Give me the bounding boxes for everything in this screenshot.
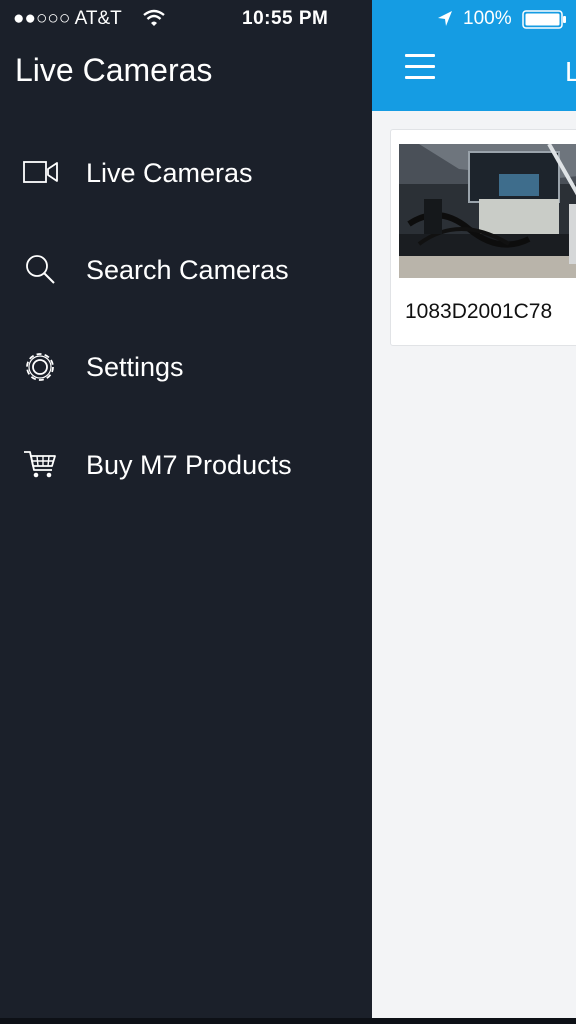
camera-id-label: 1083D2001C78	[405, 300, 553, 323]
bottom-edge	[0, 1018, 576, 1024]
shopping-cart-icon	[22, 448, 60, 480]
camera-thumbnail[interactable]	[399, 144, 576, 278]
camera-card[interactable]: 1083D2001C78	[390, 129, 576, 346]
menu-item-search-cameras[interactable]: Search Cameras	[0, 229, 372, 309]
menu-item-label: Search Cameras	[86, 255, 289, 285]
menu-item-label: Settings	[86, 352, 184, 382]
page-title: L	[565, 56, 576, 87]
battery-icon	[522, 10, 568, 35]
menu-item-buy-products[interactable]: Buy M7 Products	[0, 424, 372, 504]
location-arrow-icon	[436, 10, 454, 33]
drawer-title: Live Cameras	[15, 52, 213, 88]
status-time: 10:55 PM	[242, 8, 329, 29]
main-panel[interactable]: L 1083D2001C78	[372, 0, 576, 1024]
menu-item-settings[interactable]: Settings	[0, 326, 372, 406]
video-camera-icon	[22, 156, 60, 188]
hamburger-menu-icon[interactable]	[405, 54, 435, 80]
menu-item-label: Buy M7 Products	[86, 450, 292, 480]
wifi-icon	[142, 9, 166, 32]
search-icon	[22, 253, 60, 285]
battery-percent: 100%	[463, 8, 512, 29]
navigation-drawer: Live Cameras Live Cameras Search Cameras	[0, 0, 372, 1024]
menu-item-label: Live Cameras	[86, 158, 253, 188]
gear-icon	[22, 350, 60, 382]
menu-item-live-cameras[interactable]: Live Cameras	[0, 132, 372, 212]
carrier-label: ●●○○○ AT&T	[13, 8, 122, 29]
